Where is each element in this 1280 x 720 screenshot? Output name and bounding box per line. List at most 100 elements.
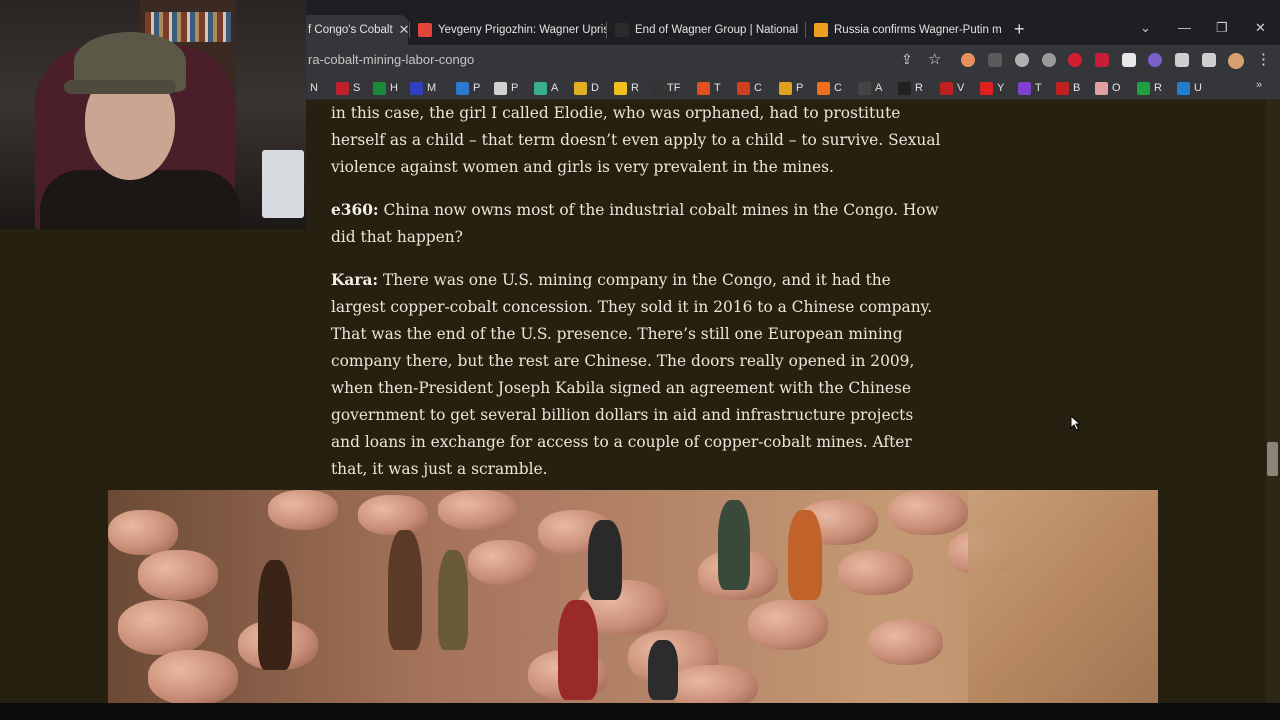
url-field[interactable]: ra-cobalt-mining-labor-congo bbox=[308, 52, 474, 67]
extension-icon[interactable] bbox=[961, 53, 975, 67]
scrollbar-thumb[interactable] bbox=[1267, 442, 1278, 476]
bookmark-label: R bbox=[1154, 82, 1162, 94]
bookmark-label: H bbox=[390, 82, 398, 94]
tab-3-label: Russia confirms Wagner-Putin m bbox=[834, 24, 1002, 36]
menu-icon[interactable]: ⋮ bbox=[1256, 50, 1271, 68]
bookmark-label: T bbox=[1035, 82, 1042, 94]
extension-icon[interactable] bbox=[988, 53, 1002, 67]
bookmark-favicon-icon bbox=[779, 81, 792, 95]
tab-3[interactable]: Russia confirms Wagner-Putin m ✕ bbox=[806, 15, 1004, 45]
puzzle-icon[interactable] bbox=[1175, 53, 1189, 67]
bookmark-label: N bbox=[310, 82, 318, 94]
profile-avatar[interactable] bbox=[1228, 53, 1244, 69]
bookmark-favicon-icon bbox=[858, 81, 871, 95]
bookmark-item[interactable]: R bbox=[1137, 80, 1162, 96]
bookmark-favicon-icon bbox=[614, 81, 627, 95]
extension-icon[interactable] bbox=[1042, 53, 1056, 67]
bookmark-favicon-icon bbox=[494, 81, 507, 95]
bookmark-item[interactable]: A bbox=[858, 80, 882, 96]
bookmark-item[interactable]: T bbox=[697, 80, 721, 96]
checklist-icon[interactable] bbox=[1122, 53, 1136, 67]
interview-answer: Kara: There was one U.S. mining company … bbox=[331, 267, 941, 483]
minimize-button[interactable]: — bbox=[1178, 20, 1191, 35]
bookmark-item[interactable]: O bbox=[1095, 80, 1121, 96]
close-window-button[interactable]: ✕ bbox=[1255, 20, 1266, 36]
bookmark-label: TF bbox=[667, 82, 681, 94]
tab-favicon-icon bbox=[418, 23, 432, 37]
answer-speaker: Kara: bbox=[331, 271, 379, 289]
shield-icon[interactable] bbox=[1148, 53, 1162, 67]
bookmark-item[interactable]: P bbox=[456, 80, 480, 96]
bookmark-item[interactable]: R bbox=[614, 80, 639, 96]
restore-button[interactable]: ❐ bbox=[1216, 20, 1228, 36]
bookmark-item[interactable]: C bbox=[817, 80, 842, 96]
bookmark-label: B bbox=[1073, 82, 1081, 94]
share-icon[interactable]: ⇪ bbox=[901, 51, 913, 68]
bookmark-item[interactable]: D bbox=[574, 80, 599, 96]
bookmark-label: S bbox=[353, 82, 361, 94]
bookmark-favicon-icon bbox=[336, 81, 349, 95]
bookmark-item[interactable]: A bbox=[534, 80, 558, 96]
bookmark-favicon-icon bbox=[1056, 81, 1069, 95]
bookmark-item[interactable]: Y bbox=[980, 80, 1004, 96]
answer-text: There was one U.S. mining company in the… bbox=[331, 271, 933, 478]
bookmark-favicon-icon bbox=[980, 81, 993, 95]
bookmark-item[interactable]: TF bbox=[650, 80, 680, 96]
bookmark-item[interactable]: N bbox=[310, 80, 318, 96]
bookmark-label: A bbox=[551, 82, 559, 94]
bookmark-favicon-icon bbox=[650, 81, 663, 95]
bookmark-label: A bbox=[875, 82, 883, 94]
bookmark-favicon-icon bbox=[1018, 81, 1031, 95]
extension-icon[interactable] bbox=[1068, 53, 1082, 67]
bookmark-item[interactable]: T bbox=[1018, 80, 1042, 96]
tab-close-icon[interactable]: ✕ bbox=[399, 22, 408, 38]
sidebar-icon[interactable] bbox=[1202, 53, 1216, 67]
bookmark-favicon-icon bbox=[737, 81, 750, 95]
bookmark-favicon-icon bbox=[697, 81, 710, 95]
bookmark-favicon-icon bbox=[1137, 81, 1150, 95]
bookmark-item[interactable]: M bbox=[410, 80, 436, 96]
bookmark-label: M bbox=[427, 82, 437, 94]
bookmark-item[interactable]: H bbox=[373, 80, 398, 96]
bookmark-item[interactable]: R bbox=[898, 80, 923, 96]
interview-question: e360: China now owns most of the industr… bbox=[331, 197, 941, 251]
bookmarks-more-icon[interactable]: » bbox=[1256, 79, 1262, 91]
bookmark-label: P bbox=[473, 82, 481, 94]
mouse-cursor-icon bbox=[1070, 415, 1082, 431]
tab-1[interactable]: Yevgeny Prigozhin: Wagner Upris ✕ bbox=[410, 15, 606, 45]
star-icon[interactable]: ☆ bbox=[928, 50, 941, 68]
new-tab-button[interactable]: + bbox=[1014, 19, 1025, 39]
tab-2[interactable]: End of Wagner Group | National ✕ bbox=[607, 15, 805, 45]
tab-0[interactable]: f Congo's Cobalt ✕ bbox=[300, 15, 408, 45]
bookmark-favicon-icon bbox=[456, 81, 469, 95]
bookmark-label: O bbox=[1112, 82, 1121, 94]
bookmark-label: R bbox=[631, 82, 639, 94]
mining-photo bbox=[108, 490, 1158, 703]
extension-icon[interactable] bbox=[1095, 53, 1109, 67]
bookmark-favicon-icon bbox=[1177, 81, 1190, 95]
bookmark-item[interactable]: C bbox=[737, 80, 762, 96]
question-speaker: e360: bbox=[331, 201, 379, 219]
bookmark-item[interactable]: B bbox=[1056, 80, 1080, 96]
tab-search-chevron-icon[interactable]: ⌄ bbox=[1140, 20, 1151, 36]
bookmark-item[interactable]: V bbox=[940, 80, 964, 96]
question-text: China now owns most of the industrial co… bbox=[331, 201, 939, 246]
bookmark-favicon-icon bbox=[373, 81, 386, 95]
taskbar-strip bbox=[0, 703, 1280, 720]
scrollbar-track[interactable] bbox=[1266, 100, 1280, 703]
bookmark-item[interactable]: U bbox=[1177, 80, 1202, 96]
tab-favicon-icon bbox=[814, 23, 828, 37]
bookmark-label: U bbox=[1194, 82, 1202, 94]
extension-icon[interactable] bbox=[1015, 53, 1029, 67]
bookmark-favicon-icon bbox=[817, 81, 830, 95]
bookmark-favicon-icon bbox=[940, 81, 953, 95]
article-paragraph: in this case, the girl I called Elodie, … bbox=[331, 104, 941, 176]
bookmark-item[interactable]: P bbox=[494, 80, 518, 96]
bookmark-label: T bbox=[714, 82, 721, 94]
bookmark-item[interactable]: S bbox=[336, 80, 360, 96]
tab-favicon-icon bbox=[615, 23, 629, 37]
bookmark-item[interactable]: P bbox=[779, 80, 803, 96]
bookmark-favicon-icon bbox=[534, 81, 547, 95]
bookmark-favicon-icon bbox=[1095, 81, 1108, 95]
bookmark-label: D bbox=[591, 82, 599, 94]
